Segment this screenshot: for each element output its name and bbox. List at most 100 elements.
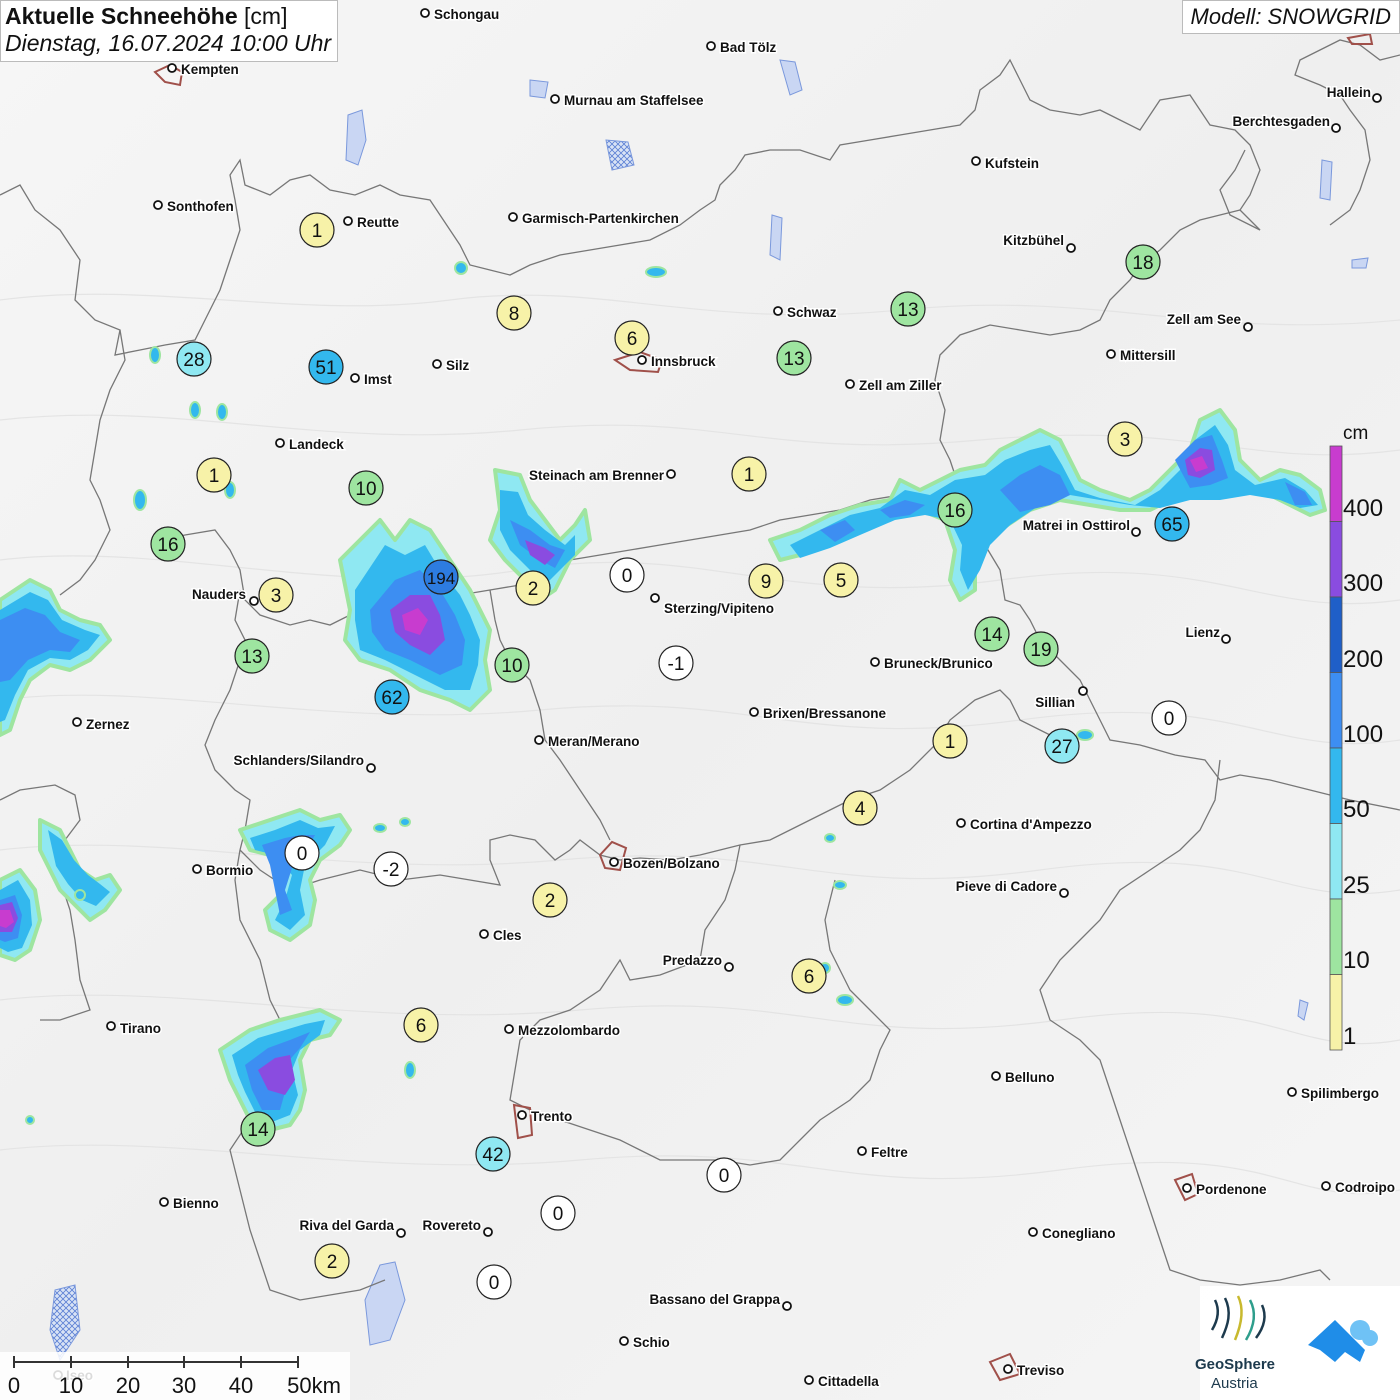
city-dot (432, 359, 442, 369)
city-dot (483, 1227, 493, 1237)
weather-app-logo-icon (1283, 1290, 1400, 1400)
station-marker: 13 (234, 638, 270, 674)
city-label: Lienz (1185, 625, 1220, 640)
city-dot (1287, 1087, 1297, 1097)
city-dot (275, 438, 285, 448)
station-value: 10 (355, 479, 376, 500)
legend-label-300: 300 (1343, 570, 1384, 597)
city-dot (517, 1110, 527, 1120)
scale-label: 40 (229, 1373, 253, 1398)
station-marker: 0 (476, 1264, 512, 1300)
city-dot (666, 469, 676, 479)
legend-unit: cm (1343, 423, 1369, 444)
city-marker: Garmisch-Partenkirchen (508, 210, 680, 228)
station-value: 1 (312, 221, 323, 242)
city-dot (504, 1024, 514, 1034)
station-value: 0 (489, 1273, 500, 1294)
city-label: Imst (364, 372, 392, 387)
legend-label-100: 100 (1343, 721, 1384, 748)
city-marker: Meran/Merano (534, 733, 641, 751)
station-value: 51 (315, 358, 336, 379)
city-dot (508, 212, 518, 222)
model-label: Modell: SNOWGRID (1181, 0, 1400, 34)
station-value: 0 (297, 844, 308, 865)
station-value: 8 (509, 304, 520, 325)
city-dot (749, 707, 759, 717)
city-dot (106, 1021, 116, 1031)
city-dot (1321, 1181, 1331, 1191)
station-value: 2 (545, 891, 556, 912)
city-label: Mittersill (1120, 348, 1176, 363)
station-marker: 3 (1107, 421, 1143, 457)
station-marker: 19 (1023, 631, 1059, 667)
city-dot (773, 306, 783, 316)
city-label: Pieve di Cadore (956, 879, 1058, 894)
city-marker: Bruneck/Brunico (870, 655, 994, 673)
station-value: 9 (761, 572, 772, 593)
city-dot (1182, 1183, 1192, 1193)
city-marker: Conegliano (1028, 1225, 1117, 1243)
city-label: Tirano (120, 1021, 161, 1036)
city-dot (153, 200, 163, 210)
city-dot (159, 1197, 169, 1207)
station-marker: 1 (196, 457, 232, 493)
city-dot (1106, 349, 1116, 359)
station-value: 3 (1120, 430, 1131, 451)
station-value: 2 (528, 579, 539, 600)
legend-label-10: 10 (1343, 947, 1370, 974)
station-marker: 0 (540, 1195, 576, 1231)
city-dot (167, 63, 177, 73)
city-label: Schio (633, 1335, 670, 1350)
city-label: Bruneck/Brunico (884, 656, 993, 671)
city-dot (1003, 1364, 1013, 1374)
station-value: 42 (482, 1145, 503, 1166)
legend-segment (1329, 596, 1343, 673)
city-label: Treviso (1017, 1363, 1064, 1378)
city-label: Bormio (206, 863, 253, 878)
city-marker: Cortina d'Ampezzo (956, 816, 1093, 834)
city-dot (637, 355, 647, 365)
station-marker: 9 (748, 563, 784, 599)
station-marker: 10 (348, 470, 384, 506)
legend-label-200: 200 (1343, 646, 1384, 673)
legend-label-1: 1 (1343, 1023, 1357, 1050)
station-value: 0 (1164, 709, 1175, 730)
city-dot (870, 657, 880, 667)
station-value: 13 (783, 349, 804, 370)
station-marker: 194 (423, 559, 459, 595)
city-label: Cortina d'Ampezzo (970, 817, 1092, 832)
city-label: Cles (493, 928, 522, 943)
city-label: Bienno (173, 1196, 219, 1211)
city-dot (343, 216, 353, 226)
city-label: Sonthofen (167, 199, 234, 214)
station-marker: 13 (776, 340, 812, 376)
legend-segment (1329, 445, 1343, 522)
legend-segment (1329, 898, 1343, 975)
station-marker: -1 (658, 645, 694, 681)
city-label: Mezzolombardo (518, 1023, 620, 1038)
station-marker: 6 (791, 958, 827, 994)
station-marker: 18 (1125, 244, 1161, 280)
city-dot (1028, 1227, 1038, 1237)
snow-depth-map: Schongau Bad Tölz Kempten Murnau am Staffel… (0, 0, 1400, 1400)
map-title: Aktuelle Schneehöhe [cm] Dienstag, 16.07… (0, 0, 339, 62)
station-marker: 4 (842, 790, 878, 826)
city-dot (1131, 527, 1141, 537)
scale-label: 50km (287, 1373, 341, 1398)
city-label: Bozen/Bolzano (623, 856, 720, 871)
city-marker: Pordenone (1182, 1181, 1268, 1199)
station-value: 2 (327, 1252, 338, 1273)
title-heading: Aktuelle Schneehöhe [cm] (5, 3, 331, 30)
city-label: Schlanders/Silandro (233, 753, 364, 768)
city-label: Kitzbühel (1003, 233, 1064, 248)
station-marker: 51 (308, 349, 344, 385)
station-value: 1 (209, 466, 220, 487)
station-marker: 27 (1044, 728, 1080, 764)
station-value: 0 (622, 566, 633, 587)
city-dot (479, 929, 489, 939)
station-marker: 13 (890, 291, 926, 327)
city-marker: Spilimbergo (1287, 1085, 1381, 1103)
city-label: Trento (531, 1109, 572, 1124)
city-label: Rovereto (422, 1218, 481, 1233)
city-label: Innsbruck (651, 354, 716, 369)
